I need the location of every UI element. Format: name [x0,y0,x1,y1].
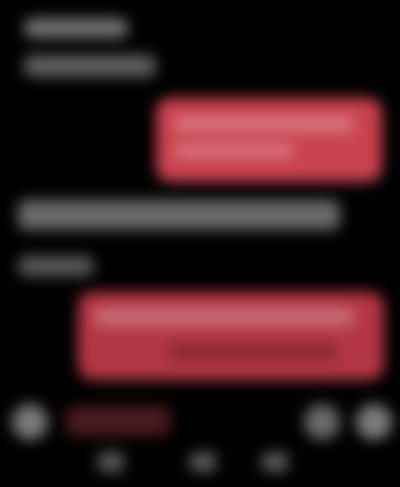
home-icon[interactable] [98,452,124,472]
message-text-line [94,308,354,326]
message-input[interactable] [66,406,170,436]
message-composer [0,392,400,452]
message-bubble-outgoing[interactable] [78,292,384,380]
message-incoming-line [18,200,340,230]
message-text-line [174,116,354,132]
search-icon[interactable] [190,452,216,472]
send-icon[interactable] [356,404,392,440]
chat-screen [0,0,400,487]
message-incoming-meta [18,256,94,276]
message-text-line [168,344,338,360]
bottom-tab-bar [0,446,400,487]
plus-circle-icon[interactable] [12,404,48,440]
message-text-line [174,144,294,158]
message-bubble-outgoing[interactable] [156,98,382,182]
profile-icon[interactable] [262,452,288,472]
header-subtitle-line [24,55,156,77]
smile-icon[interactable] [304,404,340,440]
header-title-line [24,18,128,38]
